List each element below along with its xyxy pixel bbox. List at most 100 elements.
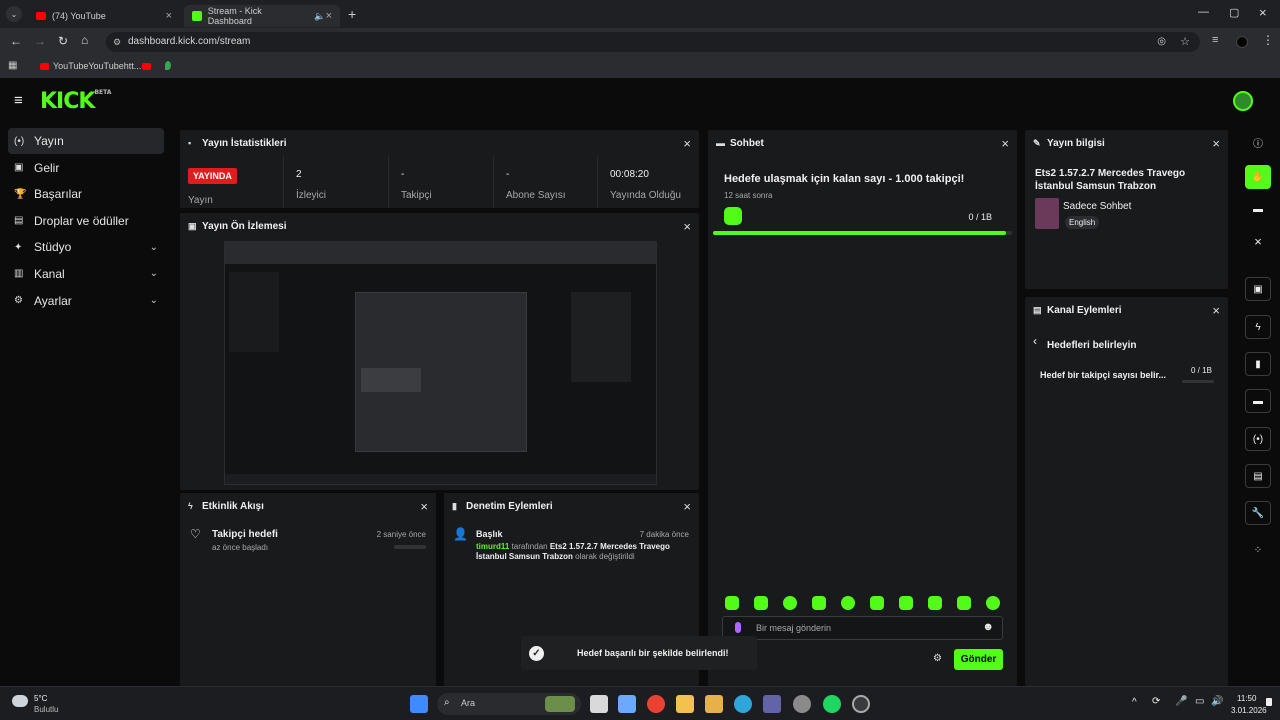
file-explorer-icon[interactable] [676, 695, 694, 713]
chat-input[interactable]: Bir mesaj gönderin ☻ [722, 616, 1003, 640]
tab-kick[interactable]: Stream - Kick Dashboard 🔈 × [184, 5, 340, 27]
mic-icon[interactable] [735, 622, 741, 633]
url-input[interactable]: ⚙ dashboard.kick.com/stream ◎ ☆ [106, 32, 1200, 52]
tray-network-icon[interactable]: ▭ [1195, 696, 1204, 707]
bookmark-youtube[interactable]: YouTubeYouTubehtt... [53, 61, 141, 71]
sidebar-item-studyo[interactable]: ✦ Stüdyo ⌄ [8, 234, 164, 260]
emote-icon[interactable] [870, 596, 884, 610]
activity-toggle-icon[interactable]: ϟ [1245, 315, 1271, 339]
wrench-icon[interactable]: 🔧 [1245, 501, 1271, 525]
eye-off-icon[interactable]: ◎ [1157, 32, 1166, 52]
emote-icon[interactable] [783, 596, 797, 610]
moderation-toggle-icon[interactable]: ▮ [1245, 352, 1271, 376]
language-tag: English [1065, 216, 1100, 229]
notification-icon[interactable] [1266, 698, 1272, 706]
youtube-bookmark-icon[interactable] [142, 63, 151, 70]
tray-volume-icon[interactable]: 🔊 [1211, 696, 1223, 707]
tray-mic-icon[interactable]: 🎤 [1175, 696, 1187, 707]
sidebar-item-yayin[interactable]: (•) Yayın [8, 128, 164, 154]
tray-sync-icon[interactable]: ⟳ [1152, 696, 1160, 707]
close-tab-icon[interactable]: × [326, 10, 332, 22]
settings-app-icon[interactable] [793, 695, 811, 713]
obs-icon[interactable] [852, 695, 870, 713]
close-tab-icon[interactable]: × [166, 10, 172, 22]
maximize-icon[interactable]: ▢ [1229, 6, 1239, 19]
sidebar-item-basarilar[interactable]: 🏆 Başarılar [8, 181, 164, 207]
sidebar-item-kanal[interactable]: ▥ Kanal ⌄ [8, 261, 164, 287]
site-info-icon[interactable]: ⚙ [113, 32, 121, 52]
home-icon[interactable]: ⌂ [81, 33, 88, 47]
close-icon[interactable]: × [1212, 136, 1220, 151]
audio-icon[interactable]: 🔈 [314, 11, 325, 22]
activity-item: ♡ Takipçi hedefi az önce başladı 2 saniy… [190, 527, 426, 552]
clock-date[interactable]: 3.01.2026 [1231, 706, 1267, 715]
tab-youtube[interactable]: (74) YouTube × [28, 5, 180, 27]
edge-icon[interactable] [734, 695, 752, 713]
tab-menu-icon[interactable]: ⌄ [6, 6, 22, 22]
browser-menu-icon[interactable]: ⋮ [1262, 33, 1274, 47]
emote-icon[interactable] [754, 596, 768, 610]
emote-icon[interactable] [899, 596, 913, 610]
minimize-icon[interactable]: — [1198, 6, 1209, 18]
emote-icon[interactable] [986, 596, 1000, 610]
close-window-icon[interactable]: × [1259, 5, 1267, 20]
task-view-icon[interactable] [590, 695, 608, 713]
sidebar-item-ayarlar[interactable]: ⚙ Ayarlar ⌄ [8, 288, 164, 314]
layout-icon[interactable]: ▬ [1245, 197, 1271, 221]
windows-start-icon[interactable] [410, 695, 428, 713]
actions-toggle-icon[interactable]: ▤ [1245, 464, 1271, 488]
category-name[interactable]: Sadece Sohbet [1063, 201, 1131, 212]
emote-icon[interactable] [841, 596, 855, 610]
weather-icon[interactable] [12, 695, 28, 707]
info-icon[interactable]: ⓘ [1245, 130, 1271, 154]
close-icon[interactable]: × [1212, 303, 1220, 318]
emote-icon[interactable] [928, 596, 942, 610]
teams-icon[interactable] [763, 695, 781, 713]
apps-grid-icon[interactable]: ▦ [8, 60, 17, 71]
bookmark-star-icon[interactable]: ☆ [1180, 32, 1190, 52]
profile-avatar-icon[interactable] [1236, 36, 1248, 48]
maps-bookmark-icon[interactable] [165, 61, 171, 70]
spotify-icon[interactable] [823, 695, 841, 713]
taskbar-search[interactable]: ⌕ Ara [437, 693, 581, 715]
kick-logo[interactable]: KICKBETA [40, 89, 111, 114]
new-tab-icon[interactable]: + [348, 6, 356, 22]
goals-heading[interactable]: Hedefleri belirleyin [1047, 340, 1136, 351]
user-avatar[interactable] [1233, 91, 1253, 111]
preview-toggle-icon[interactable]: ▣ [1245, 277, 1271, 301]
add-panel-button[interactable]: ✋ [1245, 165, 1271, 189]
reload-icon[interactable]: ↻ [58, 34, 68, 48]
emote-icon[interactable] [725, 596, 739, 610]
stream-preview-video[interactable] [224, 241, 657, 485]
close-icon[interactable]: × [1245, 229, 1271, 253]
sidebar-item-gelir[interactable]: ▣ Gelir [8, 155, 164, 181]
emote-icon[interactable] [957, 596, 971, 610]
send-button[interactable]: Gönder [954, 649, 1003, 670]
media-control-icon[interactable]: ≡ [1212, 34, 1218, 46]
back-icon[interactable]: ← [10, 34, 22, 48]
close-icon[interactable]: × [683, 219, 691, 234]
broadcast-toggle-icon[interactable]: (•) [1245, 427, 1271, 451]
close-icon[interactable]: × [683, 499, 691, 514]
close-icon[interactable]: × [420, 499, 428, 514]
clock-time[interactable]: 11:50 [1237, 694, 1256, 703]
emote-icon[interactable] [812, 596, 826, 610]
sidebar-item-droplar[interactable]: ▤ Droplar ve ödüller [8, 208, 164, 234]
chrome-icon[interactable] [647, 695, 665, 713]
forward-icon[interactable]: → [34, 34, 46, 48]
close-icon[interactable]: × [683, 136, 691, 151]
tray-chevron-icon[interactable]: ^ [1132, 697, 1137, 708]
copilot-icon[interactable] [618, 695, 636, 713]
emoji-icon[interactable]: ☻ [982, 621, 994, 633]
chat-toggle-icon[interactable]: ▬ [1245, 389, 1271, 413]
moderator-link[interactable]: timurd11 [476, 542, 509, 551]
activity-feed-panel: ϟ Etkinlik Akışı × ♡ Takipçi hedefi az ö… [180, 493, 436, 686]
hamburger-menu-icon[interactable]: ≡ [14, 92, 23, 109]
back-chevron-icon[interactable]: ‹ [1033, 334, 1037, 348]
close-icon[interactable]: × [1001, 136, 1009, 151]
panel-header: ✎ Yayın bilgisi × [1033, 135, 1220, 151]
chat-settings-icon[interactable]: ⚙ [933, 653, 942, 664]
bookmarks-bar: ▦ YouTubeYouTubehtt... [0, 56, 1280, 78]
media-player-icon[interactable] [705, 695, 723, 713]
apps-icon[interactable]: ⁘ [1245, 538, 1271, 562]
